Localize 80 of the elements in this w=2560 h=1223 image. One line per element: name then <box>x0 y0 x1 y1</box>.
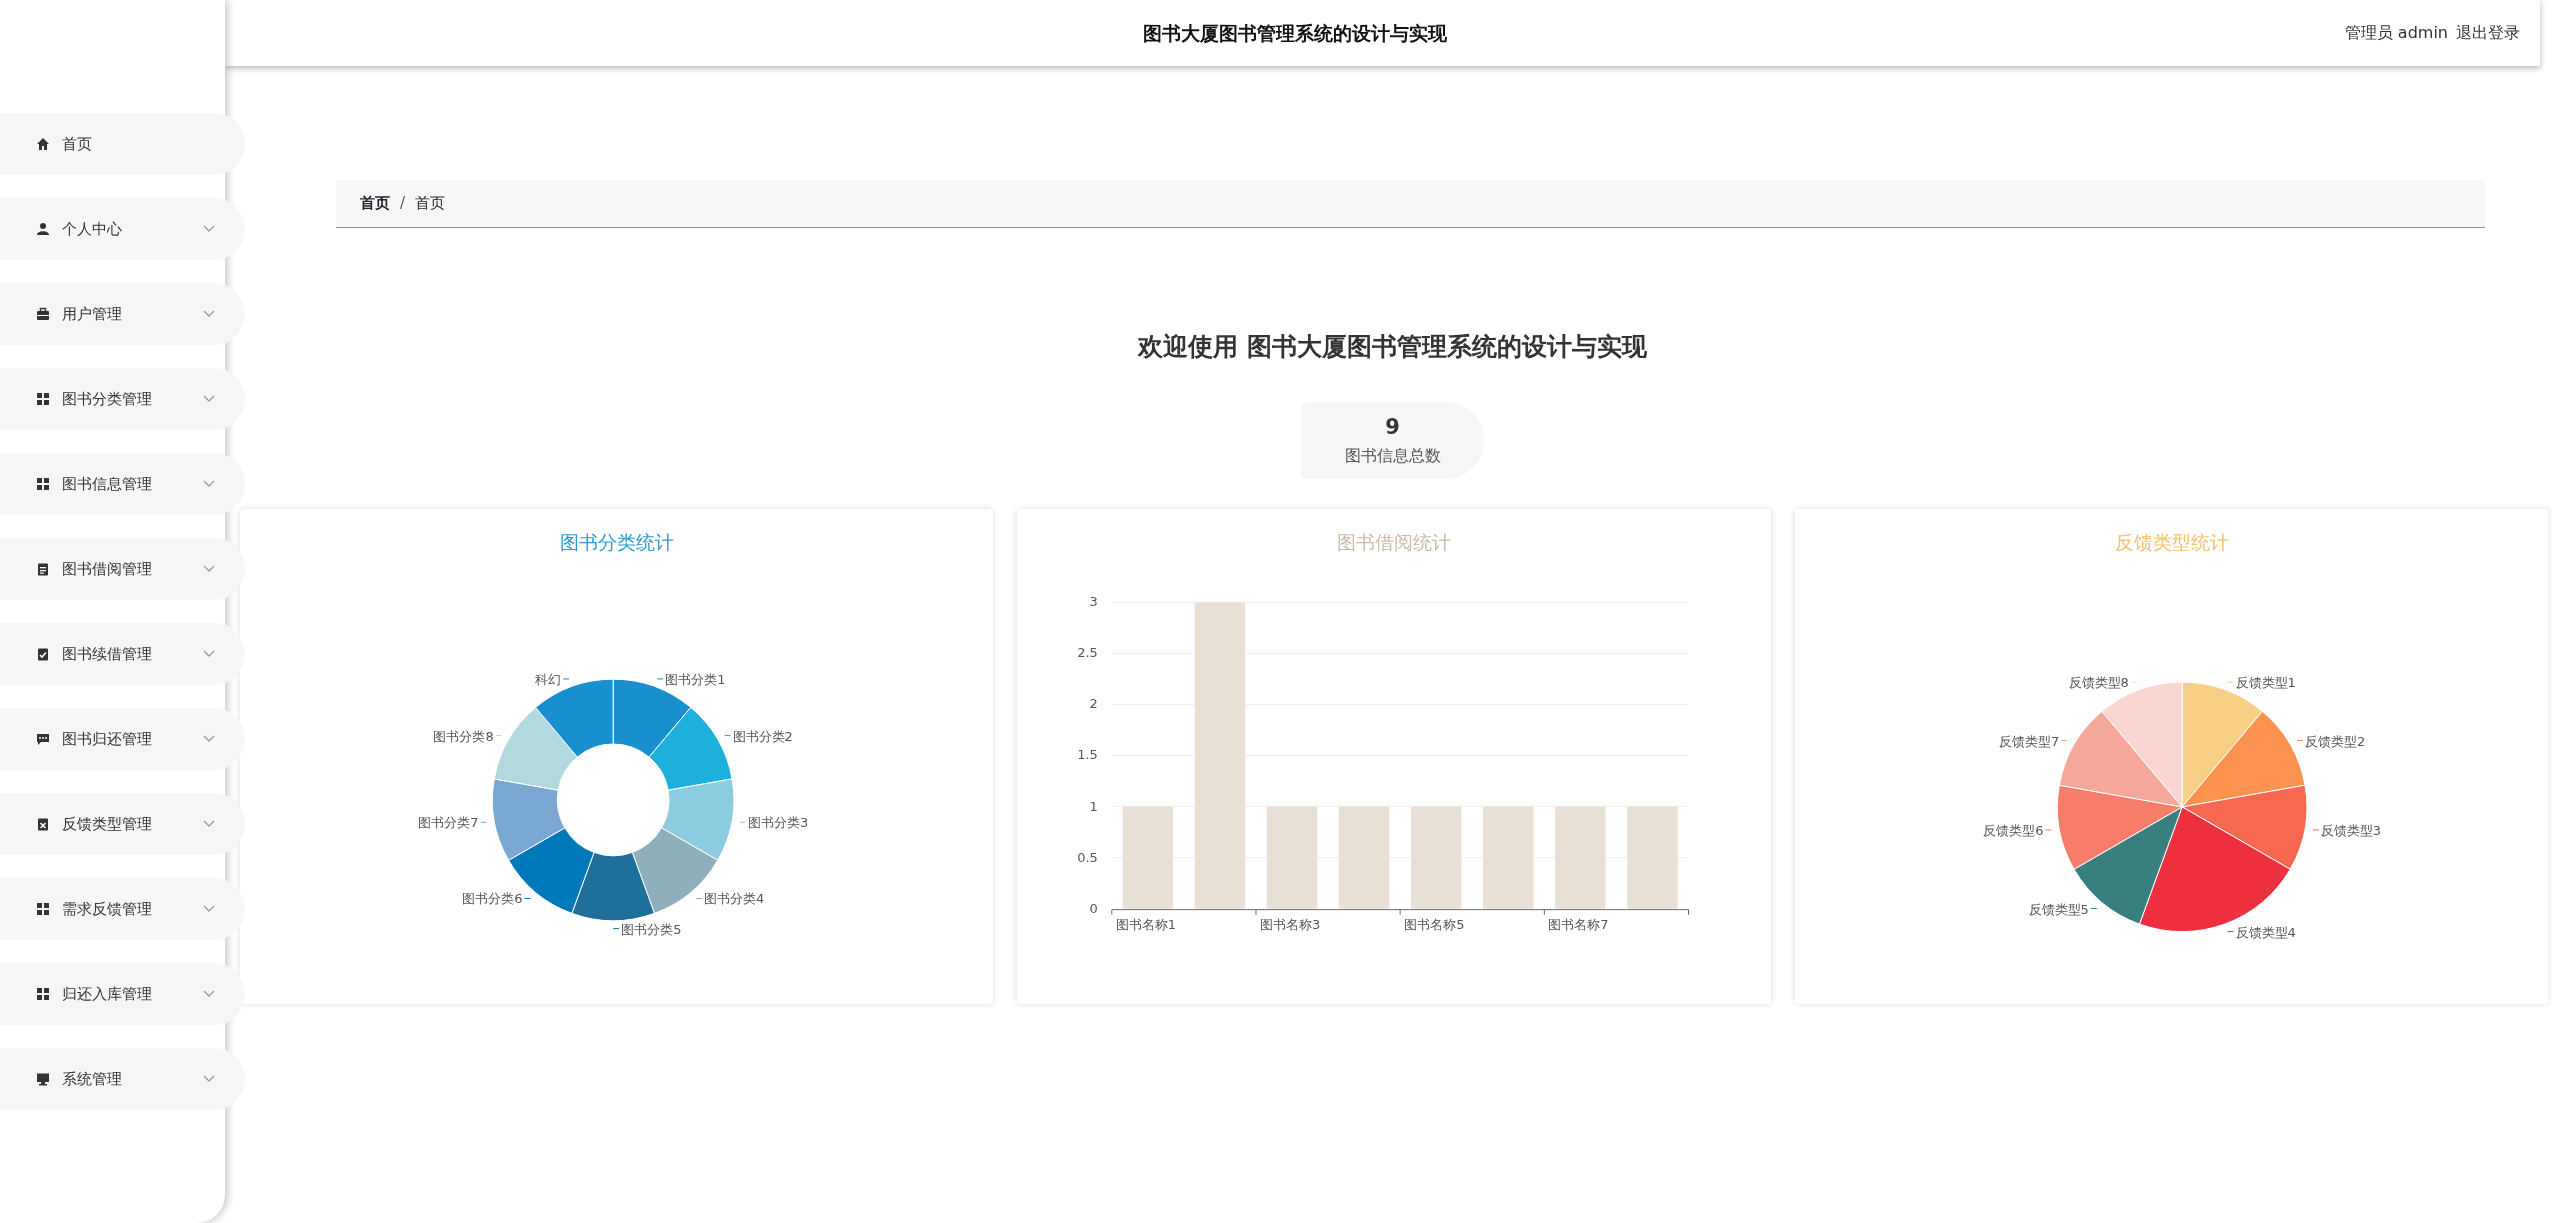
sidebar-item[interactable]: 反馈类型管理 <box>0 793 245 855</box>
axis-label: 2.5 <box>1077 644 1099 660</box>
leader-line <box>724 734 732 736</box>
chat-icon <box>36 732 50 746</box>
sidebar-item[interactable]: 首页 <box>0 113 245 175</box>
welcome-heading: 欢迎使用 图书大厦图书管理系统的设计与实现 <box>1136 331 1648 363</box>
stat-label: 图书信息总数 <box>1344 444 1441 467</box>
axis-label: 2 <box>1089 695 1099 711</box>
slice-label: 反馈类型2 <box>2304 733 2365 748</box>
leader-line <box>2044 828 2052 830</box>
slice-label: 反馈类型3 <box>2320 822 2381 838</box>
clipboard-x-icon <box>36 817 50 831</box>
leader-line <box>2060 739 2068 741</box>
leader-line <box>479 821 487 823</box>
person-icon <box>36 222 50 236</box>
sidebar-item[interactable]: 归还入库管理 <box>0 963 245 1025</box>
leader-line <box>2226 930 2234 932</box>
leader-line <box>2312 828 2319 830</box>
slice-label: 反馈类型8 <box>2068 674 2129 690</box>
grid-icon <box>36 392 50 406</box>
axis-label: 图书名称1 <box>1116 916 1177 932</box>
leader-line <box>656 677 664 679</box>
breadcrumb-separator: / <box>400 193 406 215</box>
slice-label: 反馈类型4 <box>2235 924 2296 940</box>
sidebar-item[interactable]: 系统管理 <box>0 1048 245 1110</box>
leader-line <box>562 677 570 679</box>
sidebar-item[interactable]: 用户管理 <box>0 283 245 345</box>
sidebar-item[interactable]: 需求反馈管理 <box>0 878 245 940</box>
clipboard-icon <box>36 562 50 576</box>
leader-line <box>612 927 620 929</box>
user-label: 管理员 admin <box>2344 22 2448 44</box>
briefcase-icon <box>36 307 50 321</box>
grid-icon <box>36 477 50 491</box>
slice-label: 反馈类型7 <box>1998 733 2059 748</box>
slice-label: 图书分类2 <box>732 728 793 744</box>
axis-label: 图书名称7 <box>1548 916 1609 932</box>
axis-label: 1 <box>1089 798 1099 814</box>
sidebar-item[interactable]: 个人中心 <box>0 198 245 260</box>
axis-label: 3 <box>1089 593 1099 609</box>
slice-label: 图书分类3 <box>747 814 809 830</box>
logout-link[interactable]: 退出登录 <box>2456 21 2520 45</box>
home-icon <box>36 137 50 151</box>
sidebar-item[interactable]: 图书归还管理 <box>0 708 245 770</box>
leader-line <box>2090 907 2097 909</box>
leader-line <box>495 734 503 736</box>
leader-line <box>2226 681 2234 683</box>
sidebar-item[interactable]: 图书续借管理 <box>0 623 245 685</box>
slice-label: 反馈类型5 <box>2028 901 2089 917</box>
sidebar-item[interactable]: 图书分类管理 <box>0 368 245 430</box>
axis-label: 图书名称5 <box>1404 916 1465 932</box>
leader-line <box>523 897 531 899</box>
slice-label: 图书分类7 <box>418 814 479 830</box>
axis-label: 0 <box>1089 900 1099 916</box>
slice-label: 图书分类4 <box>703 891 765 906</box>
sidebar-item[interactable]: 图书借阅管理 <box>0 538 245 600</box>
slice-label: 图书分类1 <box>665 671 726 687</box>
slice-label: 图书分类5 <box>621 921 682 937</box>
breadcrumb-link[interactable]: 首页 <box>360 192 390 215</box>
leader-line <box>695 897 703 899</box>
slice-label: 科幻 <box>535 671 562 687</box>
axis-label: 图书名称3 <box>1260 916 1321 932</box>
stat-value: 9 <box>1385 414 1400 442</box>
leader-line <box>739 821 747 823</box>
chart-title: 反馈类型统计 <box>2114 530 2229 553</box>
chart-title: 图书分类统计 <box>559 530 674 553</box>
grid-icon <box>36 902 50 916</box>
chart-title: 图书借阅统计 <box>1337 530 1451 553</box>
sidebar-item[interactable]: 图书信息管理 <box>0 453 245 515</box>
monitor-icon <box>36 1072 50 1086</box>
app-title: 图书大厦图书管理系统的设计与实现 <box>1141 20 1448 46</box>
axis-label: 1.5 <box>1077 747 1099 762</box>
slice-label: 图书分类8 <box>433 728 494 744</box>
axis-label: 0.5 <box>1077 849 1099 865</box>
slice-label: 反馈类型6 <box>1982 822 2044 838</box>
breadcrumb-link[interactable]: 首页 <box>415 192 446 215</box>
slice-label: 图书分类6 <box>462 891 523 906</box>
leader-line <box>2296 739 2304 741</box>
grid-icon <box>36 987 50 1001</box>
slice-label: 反馈类型1 <box>2235 674 2296 690</box>
clipboard-check-icon <box>36 647 50 661</box>
